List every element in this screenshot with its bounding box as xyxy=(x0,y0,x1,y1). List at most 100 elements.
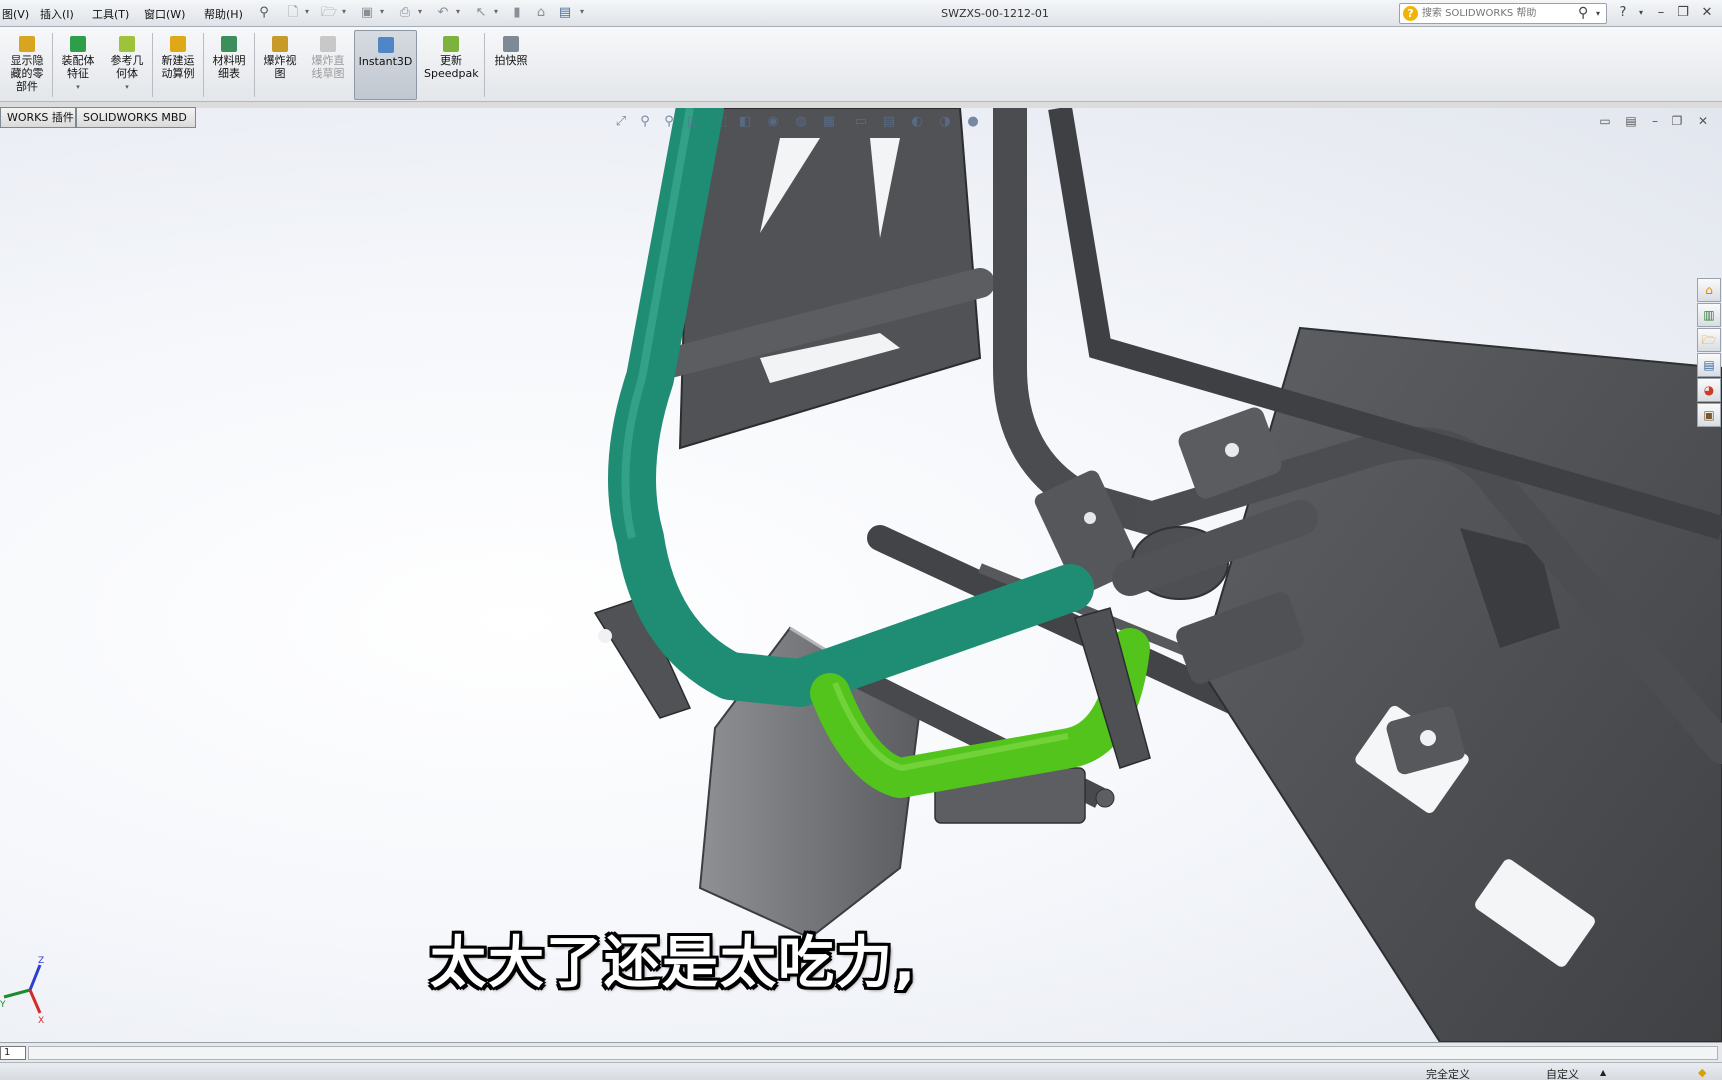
command-manager: 显示隐藏的零部件 装配体特征 ▾ 参考几何体 ▾ 新建运动算例 材料明细表 爆炸… xyxy=(0,27,1722,102)
status-bar: 完全定义 自定义 ▲ ◆ xyxy=(0,1062,1722,1080)
ambient-occlusion-icon[interactable]: ● xyxy=(964,113,982,131)
explode-line-sketch-button[interactable]: 爆炸直线草图 xyxy=(305,30,351,100)
bracket-hole xyxy=(1225,443,1239,457)
rebuild-status-icon[interactable]: ◆ xyxy=(1698,1066,1706,1079)
open-folder-icon[interactable]: 🗁 xyxy=(320,4,338,22)
options-icon[interactable]: ▤ xyxy=(556,4,574,22)
select-cursor-icon[interactable]: ↖ xyxy=(472,4,490,22)
toolbar-separator xyxy=(203,33,204,97)
split-view-icon[interactable]: ▭ xyxy=(1596,113,1614,129)
menu-tools[interactable]: 工具(T) xyxy=(92,6,129,22)
tile-view-icon[interactable]: ▤ xyxy=(1622,113,1640,129)
apply-scene-icon[interactable]: ▦ xyxy=(820,113,838,131)
exploded-view-icon xyxy=(272,36,288,52)
document-title: SWZXS-00-1212-01 xyxy=(941,7,1049,20)
menu-insert[interactable]: 插入(I) xyxy=(40,6,74,22)
section-view-icon[interactable]: ◫ xyxy=(684,113,702,131)
design-library-icon[interactable]: ▥ xyxy=(1697,303,1721,327)
chevron-down-icon[interactable]: ▾ xyxy=(418,7,422,16)
file-explorer-icon[interactable]: 🗁 xyxy=(1697,328,1721,352)
heads-up-view-toolbar: ⤢ ⚲ ⚲ ◫ ⬚ ◧ ◉ ◍ ▦ ▭ ▤ ◐ ◑ ● xyxy=(612,111,1092,133)
instant3d-button[interactable]: Instant3D xyxy=(354,30,417,100)
sheet-page-number[interactable]: 1 xyxy=(0,1046,26,1060)
viewport-minimize-icon[interactable]: – xyxy=(1646,113,1664,129)
display-pane-icon[interactable]: ▤ xyxy=(880,113,898,131)
appearances-scenes-icon[interactable]: ◕ xyxy=(1697,378,1721,402)
bracket-hole xyxy=(598,629,612,643)
tab-solidworks-mbd[interactable]: SOLIDWORKS MBD xyxy=(76,107,196,128)
print-icon[interactable]: ⎙ xyxy=(396,4,414,22)
edit-appearance-icon[interactable]: ◍ xyxy=(792,113,810,131)
new-document-icon[interactable]: 🗋 xyxy=(284,4,302,22)
bracket-hole xyxy=(1084,512,1096,524)
bill-of-materials-icon xyxy=(221,36,237,52)
take-snapshot-button[interactable]: 拍快照 xyxy=(488,30,534,100)
restore-icon[interactable]: ❐ xyxy=(1674,3,1692,23)
chevron-down-icon[interactable]: ▾ xyxy=(342,7,346,16)
viewport-restore-icon[interactable]: ❐ xyxy=(1668,113,1686,129)
chevron-up-icon[interactable]: ▲ xyxy=(1600,1068,1606,1077)
chevron-down-icon[interactable]: ▾ xyxy=(104,81,150,94)
close-icon[interactable]: ✕ xyxy=(1698,3,1716,23)
view-settings-icon[interactable]: ▭ xyxy=(852,113,870,131)
chevron-down-icon[interactable]: ▾ xyxy=(380,7,384,16)
chevron-down-icon[interactable]: ▾ xyxy=(56,81,100,94)
solidworks-resources-icon[interactable]: ⌂ xyxy=(1697,278,1721,302)
previous-view-icon[interactable]: ⚲ xyxy=(660,113,678,131)
hide-show-items-icon[interactable]: ◉ xyxy=(764,113,782,131)
command-label: 新建运动算例 xyxy=(161,54,195,80)
horizontal-scrollbar[interactable] xyxy=(28,1046,1718,1060)
chevron-down-icon[interactable]: ▾ xyxy=(580,7,584,16)
help-search-box[interactable]: ? ⚲ ▾ xyxy=(1399,3,1607,24)
definition-status: 完全定义 xyxy=(1426,1068,1470,1080)
graphics-area[interactable]: ⤢ ⚲ ⚲ ◫ ⬚ ◧ ◉ ◍ ▦ ▭ ▤ ◐ ◑ ● ▭ ▤ – ❐ ✕ ⌂ … xyxy=(0,108,1722,1042)
command-label: 爆炸视图 xyxy=(263,54,297,80)
toolbar-separator xyxy=(152,33,153,97)
assembly-model[interactable] xyxy=(0,108,1722,1042)
chevron-down-icon[interactable]: ▾ xyxy=(494,7,498,16)
rebuild-icon[interactable]: ▮ xyxy=(508,4,526,22)
toolbar-separator xyxy=(254,33,255,97)
zoom-to-fit-icon[interactable]: ⤢ xyxy=(612,113,630,131)
file-properties-icon[interactable]: ⌂ xyxy=(532,4,550,22)
menu-view[interactable]: 图(V) xyxy=(2,6,29,22)
command-label: 参考几何体 xyxy=(110,54,144,80)
tab-solidworks-addins[interactable]: WORKS 插件 xyxy=(0,107,76,128)
show-hidden-components-button[interactable]: 显示隐藏的零部件 xyxy=(4,30,50,100)
exploded-view-button[interactable]: 爆炸视图 xyxy=(257,30,303,100)
menu-window[interactable]: 窗口(W) xyxy=(144,6,185,22)
view-orientation-icon[interactable]: ⬚ xyxy=(712,113,730,131)
show-hidden-components-icon xyxy=(19,36,35,52)
reference-geometry-button[interactable]: 参考几何体 ▾ xyxy=(104,30,150,100)
custom-properties-icon[interactable]: ▣ xyxy=(1697,403,1721,427)
undo-icon[interactable]: ↶ xyxy=(434,4,452,22)
bracket-hole xyxy=(1095,788,1115,808)
realview-icon[interactable]: ◐ xyxy=(908,113,926,131)
bill-of-materials-button[interactable]: 材料明细表 xyxy=(206,30,252,100)
pin-icon[interactable]: ⚲ xyxy=(255,4,273,22)
toolbar-separator xyxy=(484,33,485,97)
update-speedpak-button[interactable]: 更新Speedpak xyxy=(421,30,481,100)
triad-x-label: X xyxy=(38,1016,44,1025)
menu-help[interactable]: 帮助(H) xyxy=(204,6,243,22)
chevron-down-icon[interactable]: ▾ xyxy=(1632,3,1650,23)
chevron-down-icon[interactable]: ▾ xyxy=(305,7,309,16)
sheet-bar: 1 xyxy=(0,1042,1722,1062)
display-style-icon[interactable]: ◧ xyxy=(736,113,754,131)
view-palette-icon[interactable]: ▤ xyxy=(1697,353,1721,377)
new-motion-study-button[interactable]: 新建运动算例 xyxy=(155,30,201,100)
save-icon[interactable]: ▣ xyxy=(358,4,376,22)
units-status[interactable]: 自定义 xyxy=(1546,1066,1579,1080)
help-icon[interactable]: ? xyxy=(1614,3,1632,23)
help-search-input[interactable] xyxy=(1422,6,1572,21)
assembly-features-button[interactable]: 装配体特征 ▾ xyxy=(56,30,100,100)
zoom-to-area-icon[interactable]: ⚲ xyxy=(636,113,654,131)
chevron-down-icon[interactable]: ▾ xyxy=(1596,9,1600,18)
shadows-icon[interactable]: ◑ xyxy=(936,113,954,131)
chevron-down-icon[interactable]: ▾ xyxy=(456,7,460,16)
command-label: 拍快照 xyxy=(494,54,528,67)
search-icon[interactable]: ⚲ xyxy=(1578,5,1588,21)
minimize-icon[interactable]: – xyxy=(1652,3,1670,23)
viewport-close-icon[interactable]: ✕ xyxy=(1694,113,1712,129)
mounting-plate-top xyxy=(678,108,982,450)
